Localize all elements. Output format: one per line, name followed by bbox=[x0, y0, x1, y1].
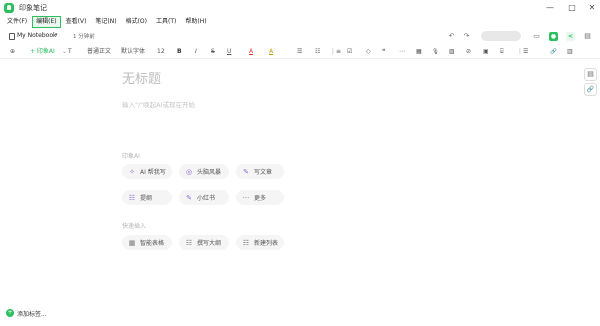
title-bar: 印象笔记 — □ ✕ bbox=[0, 0, 600, 16]
redo-icon[interactable]: ↷ bbox=[462, 31, 471, 41]
chevron-down-icon[interactable]: ▾ bbox=[55, 32, 58, 38]
menu-format[interactable]: 格式(O) bbox=[122, 16, 151, 28]
xiaohongshu-label: 小红书 bbox=[197, 195, 216, 202]
backlink-rail-icon[interactable]: 🔗 bbox=[584, 83, 597, 96]
note-header-bar: My Notebook ▾ 1 分钟前 ↶ ↷ ▭ ● < ▤ bbox=[0, 29, 600, 43]
more-dots-icon: ··· bbox=[242, 193, 250, 202]
close-button[interactable]: ✕ bbox=[585, 2, 599, 14]
ai-section-label: 印象AI bbox=[122, 153, 140, 160]
bold-icon[interactable]: B bbox=[177, 47, 182, 57]
sparkle-icon: ✧ bbox=[129, 167, 135, 176]
pen-icon: ✎ bbox=[243, 167, 249, 176]
quick-insert-label: 快速插入 bbox=[122, 223, 147, 230]
chevron-down-icon[interactable]: ⌄ bbox=[62, 47, 67, 57]
underline-icon[interactable]: U bbox=[227, 47, 231, 57]
note-body-input[interactable]: 输入"/"唤起AI或现在开始 bbox=[122, 99, 195, 109]
ai-write-button[interactable]: ✧ AI 帮我写 bbox=[122, 164, 172, 179]
more-button[interactable]: ··· 更多 bbox=[236, 190, 284, 205]
code-block-icon[interactable]: ⌸ bbox=[500, 47, 504, 57]
list-icon: ☷ bbox=[185, 238, 193, 247]
xiaohongshu-button[interactable]: ✎ 小红书 bbox=[179, 190, 229, 205]
note-title-input[interactable]: 无标题 bbox=[122, 68, 161, 87]
user-avatar-icon[interactable]: ● bbox=[549, 32, 558, 41]
brainstorm-button[interactable]: ◎ 头脑风暴 bbox=[179, 164, 229, 179]
ai-button[interactable]: + 印象AI bbox=[30, 47, 55, 57]
font-color-icon[interactable]: A bbox=[249, 47, 253, 57]
menu-note[interactable]: 笔记(N) bbox=[91, 16, 120, 28]
list-icon: ☷ bbox=[128, 193, 136, 202]
outline-button[interactable]: ☷ 提纲 bbox=[122, 190, 172, 205]
add-tag-icon: + bbox=[6, 309, 14, 317]
window-title: 印象笔记 bbox=[19, 4, 47, 12]
present-icon[interactable]: ▭ bbox=[532, 31, 541, 41]
bullet-list-icon[interactable]: ☷ bbox=[315, 47, 320, 57]
quote-icon[interactable]: ❝ bbox=[382, 47, 385, 57]
font-family-select[interactable]: 默认字体 bbox=[121, 47, 145, 57]
table-icon: ▦ bbox=[128, 238, 136, 247]
list-icon: ☷ bbox=[242, 238, 250, 247]
menu-tools[interactable]: 工具(T) bbox=[152, 16, 180, 28]
add-tag-label: 添加标签... bbox=[17, 310, 47, 318]
highlight-color-icon[interactable]: A bbox=[269, 47, 273, 57]
menu-help[interactable]: 帮助(H) bbox=[181, 16, 210, 28]
note-info-icon[interactable]: ▤ bbox=[583, 31, 592, 41]
new-list-button[interactable]: ☷ 新建列表 bbox=[236, 235, 284, 250]
font-size-select[interactable]: 12 bbox=[157, 47, 165, 57]
brainstorm-icon: ◎ bbox=[185, 167, 193, 176]
write-outline-button[interactable]: ☷ 撰写大纲 bbox=[179, 235, 229, 250]
table-icon[interactable]: ▦ bbox=[416, 47, 422, 57]
outline-label: 提纲 bbox=[140, 195, 153, 202]
undo-icon[interactable]: ↶ bbox=[447, 31, 456, 41]
minimize-button[interactable]: — bbox=[543, 2, 557, 14]
pen-icon: ✎ bbox=[186, 193, 192, 202]
notebook-icon bbox=[9, 33, 15, 40]
clear-format-icon[interactable]: ◇ bbox=[366, 47, 371, 57]
share-note-button[interactable] bbox=[481, 31, 521, 41]
image-icon[interactable]: ▨ bbox=[449, 47, 455, 57]
share-icon[interactable]: < bbox=[566, 32, 575, 41]
menu-file[interactable]: 文件(F) bbox=[3, 16, 31, 28]
microphone-icon[interactable]: 🎙 bbox=[432, 47, 439, 57]
link-icon[interactable]: 🔗 bbox=[550, 47, 557, 57]
smart-table-label: 智能表格 bbox=[140, 240, 165, 247]
maximize-button[interactable]: □ bbox=[565, 2, 579, 14]
write-outline-label: 撰写大纲 bbox=[197, 240, 222, 247]
note-outline-rail-icon[interactable]: ▤ bbox=[584, 68, 597, 81]
smart-table-button[interactable]: ▦ 智能表格 bbox=[122, 235, 172, 250]
write-article-label: 写文章 bbox=[254, 169, 273, 176]
last-edited-time: 1 分钟前 bbox=[73, 34, 95, 40]
menu-view[interactable]: 查看(V) bbox=[62, 16, 91, 28]
app-window: 印象笔记 — □ ✕ 文件(F) 编辑(E) 查看(V) 笔记(N) 格式(O)… bbox=[0, 0, 600, 326]
strikethrough-icon[interactable]: S bbox=[211, 47, 215, 57]
checklist-icon[interactable]: ☑ bbox=[347, 47, 352, 57]
ai-write-label: AI 帮我写 bbox=[140, 169, 166, 176]
italic-icon[interactable]: I bbox=[195, 47, 197, 57]
document-icon[interactable]: ▥ bbox=[567, 47, 573, 57]
divider-icon[interactable]: ⋯ bbox=[399, 47, 405, 57]
format-toolbar: ⊕ + 印象AI ⌄ T 普通正文 默认字体 12 B I S U A A ☰ … bbox=[0, 45, 600, 59]
new-list-label: 新建列表 bbox=[254, 240, 279, 247]
paragraph-style-select[interactable]: 普通正文 bbox=[87, 47, 111, 57]
numbered-list-icon[interactable]: ⋮≡ bbox=[330, 47, 341, 57]
tag-bar[interactable]: + 添加标签... bbox=[6, 307, 47, 319]
heading-icon[interactable]: T bbox=[68, 47, 72, 57]
brainstorm-label: 头脑风暴 bbox=[197, 169, 222, 176]
outline-icon[interactable]: ⋮☰ bbox=[517, 47, 528, 57]
align-icon[interactable]: ☰ bbox=[297, 47, 302, 57]
notebook-selector[interactable]: My Notebook bbox=[17, 32, 56, 39]
attachment-icon[interactable]: ⊘ bbox=[466, 47, 471, 57]
insert-add-icon[interactable]: ⊕ bbox=[10, 47, 15, 57]
menu-bar: 文件(F) 编辑(E) 查看(V) 笔记(N) 格式(O) 工具(T) 帮助(H… bbox=[3, 16, 212, 28]
write-article-button[interactable]: ✎ 写文章 bbox=[236, 164, 284, 179]
menu-edit[interactable]: 编辑(E) bbox=[32, 16, 61, 28]
calendar-icon[interactable]: ▣ bbox=[483, 47, 489, 57]
more-label: 更多 bbox=[254, 195, 267, 202]
evernote-logo-icon bbox=[4, 3, 14, 13]
